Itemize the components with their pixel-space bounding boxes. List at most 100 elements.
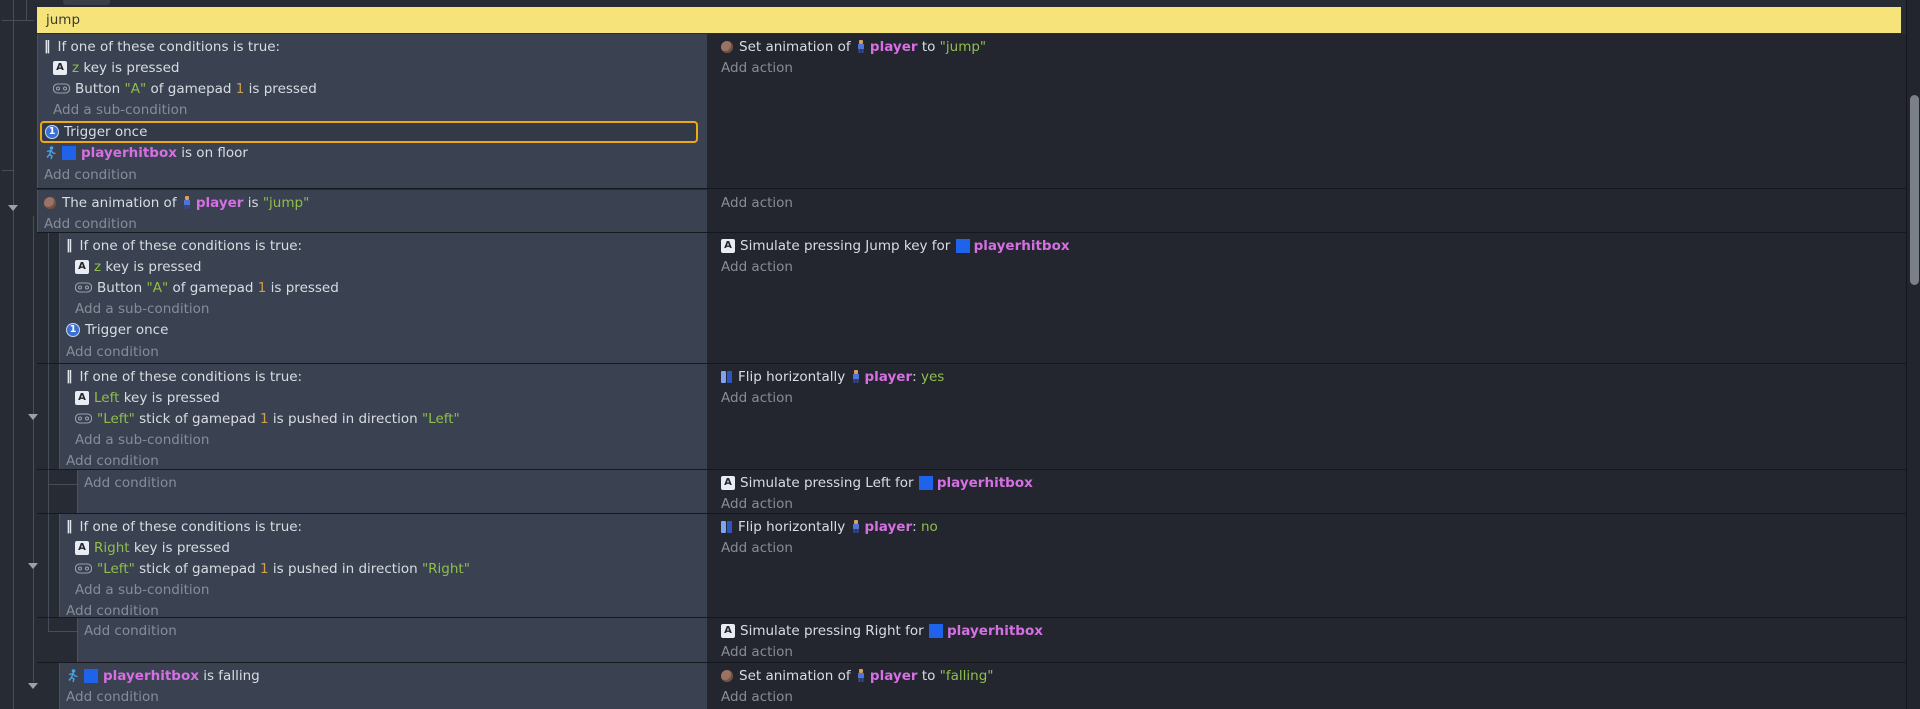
add-action-link[interactable]: Add action: [715, 192, 1906, 213]
event-2-4-actions: Set animation of player to "falling" Add…: [707, 663, 1906, 709]
condition-row-or[interactable]: ‖ If one of these conditions is true:: [60, 366, 707, 387]
event-2-2: ‖ If one of these conditions is true: A Le…: [37, 364, 1906, 470]
action-row-set-animation[interactable]: Set animation of player to "falling": [715, 665, 1906, 686]
object-thumbnail-playerhitbox: [929, 623, 943, 638]
player-sprite-icon: [852, 520, 859, 534]
trigger-once-icon: 1: [66, 323, 80, 338]
condition-row-or[interactable]: ‖ If one of these conditions is true:: [38, 36, 707, 57]
action-row-simulate-left[interactable]: A Simulate pressing Left for playerhitbox: [715, 472, 1906, 493]
gamepad-icon: [53, 83, 70, 95]
condition-row-gamepad-stick[interactable]: "Left" stick of gamepad 1 is pushed in d…: [60, 408, 707, 429]
player-sprite-icon: [183, 196, 190, 210]
event-2-3: ‖ If one of these conditions is true: A Ri…: [37, 514, 1906, 618]
add-action-link[interactable]: Add action: [715, 686, 1906, 707]
or-operator-icon: ‖: [66, 519, 73, 535]
event-2-2-actions: Flip horizontally player: yes Add action: [707, 364, 1906, 469]
condition-row-gamepad-stick[interactable]: "Left" stick of gamepad 1 is pushed in d…: [60, 558, 707, 579]
add-action-link[interactable]: Add action: [715, 537, 1906, 558]
trigger-once-icon: 1: [45, 124, 59, 139]
tree-tick-event1: [2, 170, 13, 171]
keyboard-icon: A: [721, 238, 735, 253]
gamepad-icon: [75, 282, 92, 294]
comment-row[interactable]: jump: [37, 7, 1901, 33]
condition-row-gamepad-button[interactable]: Button "A" of gamepad 1 is pressed: [38, 78, 707, 99]
add-condition-link[interactable]: Add condition: [60, 341, 707, 362]
action-row-flip-horizontally[interactable]: Flip horizontally player: no: [715, 516, 1906, 537]
condition-row-key-pressed[interactable]: Az key is pressed: [60, 256, 707, 277]
object-thumbnail-playerhitbox: [918, 475, 933, 490]
object-thumbnail-playerhitbox: [955, 238, 970, 253]
add-action-link[interactable]: Add action: [715, 256, 1906, 277]
add-action-link[interactable]: Add action: [715, 493, 1906, 513]
collapse-arrow-event2[interactable]: [8, 205, 18, 211]
player-sprite-icon: [852, 370, 859, 384]
event-1-actions: Set animation of player to "jump" Add ac…: [707, 34, 1906, 188]
action-row-flip-horizontally[interactable]: Flip horizontally player: yes: [715, 366, 1906, 387]
gdevelop-event-sheet: { "comment": { "text": "jump" }, "icons"…: [0, 0, 1920, 709]
action-row-simulate-right[interactable]: A Simulate pressing Right for playerhitbo…: [715, 620, 1906, 641]
condition-row-is-falling[interactable]: playerhitbox is falling: [60, 665, 707, 686]
add-condition-link[interactable]: Add condition: [38, 164, 707, 185]
condition-row-or[interactable]: ‖ If one of these conditions is true:: [60, 235, 707, 256]
add-sub-condition-link[interactable]: Add a sub-condition: [60, 430, 707, 451]
event-2-conditions: The animation of player is "jump" Add co…: [37, 190, 707, 232]
event-2-2-1-actions: A Simulate pressing Left for playerhitbox…: [707, 470, 1906, 513]
condition-row-or[interactable]: ‖ If one of these conditions is true:: [60, 516, 707, 537]
animation-icon: [721, 669, 733, 682]
add-condition-link[interactable]: Add condition: [60, 601, 707, 617]
gamepad-icon: [75, 563, 92, 575]
or-operator-icon: ‖: [44, 39, 51, 55]
player-sprite-icon: [857, 669, 864, 683]
keyboard-icon: A: [721, 623, 735, 638]
object-thumbnail-playerhitbox: [84, 668, 98, 683]
player-sprite-icon: [857, 40, 864, 54]
add-action-link[interactable]: Add action: [715, 641, 1906, 662]
add-action-link[interactable]: Add action: [715, 387, 1906, 408]
condition-row-key-pressed[interactable]: Az key is pressed: [38, 57, 707, 78]
add-condition-link[interactable]: Add condition: [60, 451, 707, 469]
event-1-conditions: ‖ If one of these conditions is true: Az …: [37, 34, 707, 188]
platformer-character-icon: [68, 668, 78, 682]
event-sheet: jump ‖ If one of these conditions is true…: [37, 0, 1906, 709]
event-2-3-1-actions: A Simulate pressing Right for playerhitbo…: [707, 618, 1906, 662]
add-action-link[interactable]: Add action: [715, 57, 1906, 78]
event-2-1-conditions: ‖ If one of these conditions is true: Az …: [59, 233, 707, 363]
add-condition-link[interactable]: Add condition: [60, 686, 707, 707]
keyboard-icon: A: [721, 475, 735, 490]
add-sub-condition-link[interactable]: Add a sub-condition: [60, 580, 707, 601]
event-2-3-actions: Flip horizontally player: no Add action: [707, 514, 1906, 617]
event-2-4-conditions: playerhitbox is falling Add condition: [59, 663, 707, 709]
object-thumbnail-playerhitbox: [62, 146, 76, 161]
vertical-scrollbar-track[interactable]: [1906, 0, 1920, 709]
condition-row-trigger-once[interactable]: 1 Trigger once: [60, 320, 707, 341]
add-condition-link[interactable]: Add condition: [38, 213, 707, 232]
add-condition-link[interactable]: Add condition: [78, 472, 707, 493]
event-2-3-1-conditions: Add condition: [77, 618, 707, 662]
action-row-simulate-jump[interactable]: A Simulate pressing Jump key for playerhi…: [715, 235, 1906, 256]
event-2: The animation of player is "jump" Add co…: [37, 190, 1906, 233]
event-2-2-conditions: ‖ If one of these conditions is true: A Le…: [59, 364, 707, 469]
event-2-1: ‖ If one of these conditions is true: Az …: [37, 233, 1906, 364]
event-1: ‖ If one of these conditions is true: Az …: [37, 34, 1906, 189]
event-2-actions: Add action: [707, 190, 1906, 232]
condition-row-key-pressed[interactable]: A Right key is pressed: [60, 537, 707, 558]
condition-row-key-pressed[interactable]: A Left key is pressed: [60, 387, 707, 408]
tree-spine-subevents: [33, 216, 34, 682]
vertical-scrollbar-thumb[interactable]: [1910, 95, 1919, 285]
platformer-character-icon: [46, 146, 56, 160]
condition-row-is-on-floor[interactable]: playerhitbox is on floor: [38, 143, 707, 164]
add-condition-link[interactable]: Add condition: [78, 620, 707, 641]
event-2-4: playerhitbox is falling Add condition Se…: [37, 663, 1906, 709]
condition-row-gamepad-button[interactable]: Button "A" of gamepad 1 is pressed: [60, 277, 707, 298]
event-2-3-1: Add condition A Simulate pressing Right f…: [37, 618, 1906, 663]
animation-icon: [721, 40, 733, 53]
action-row-set-animation[interactable]: Set animation of player to "jump": [715, 36, 1906, 57]
condition-row-trigger-once-selected[interactable]: 1 Trigger once: [40, 120, 698, 143]
add-sub-condition-link[interactable]: Add a sub-condition: [60, 299, 707, 320]
keyboard-icon: A: [75, 390, 89, 405]
keyboard-icon: A: [75, 259, 89, 274]
or-operator-icon: ‖: [66, 238, 73, 254]
event-2-3-conditions: ‖ If one of these conditions is true: A Ri…: [59, 514, 707, 617]
condition-row-animation-is[interactable]: The animation of player is "jump": [38, 192, 707, 213]
add-sub-condition-link[interactable]: Add a sub-condition: [38, 100, 707, 121]
